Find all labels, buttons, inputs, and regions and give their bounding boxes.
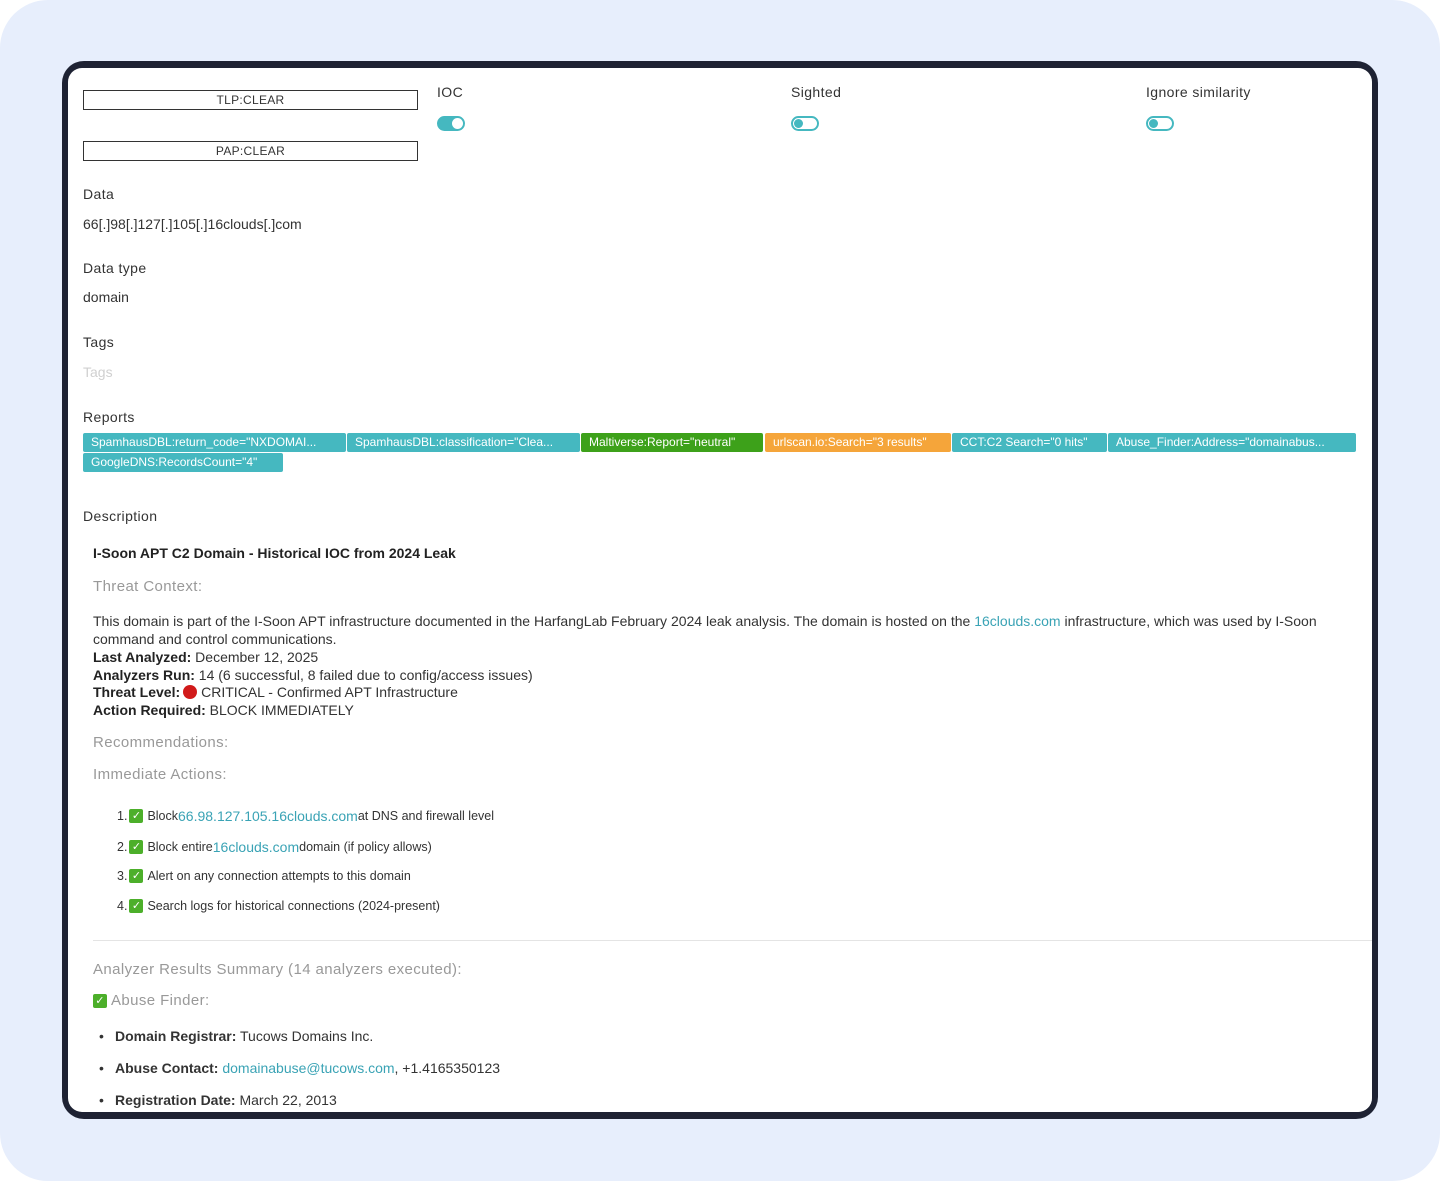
action-required-label: Action Required: [93,702,206,718]
report-chip-urlscan[interactable]: urlscan.io:Search="3 results" [765,433,951,452]
ignore-similarity-toggle-label: Ignore similarity [1146,84,1251,100]
abuse-finder-title: Abuse Finder: [111,992,210,1009]
abuse-item-registrar: Domain Registrar: Tucows Domains Inc. [99,1028,374,1044]
description-title: I-Soon APT C2 Domain - Historical IOC fr… [93,545,456,561]
action-required-value: BLOCK IMMEDIATELY [205,702,354,718]
tags-label: Tags [83,334,115,350]
analyzers-run: Analyzers Run: 14 (6 successful, 8 faile… [93,666,533,684]
tags-input[interactable]: Tags [83,364,113,380]
action-number: 4. [117,899,128,913]
threat-context-heading: Threat Context: [93,578,203,595]
report-chip-spamhaus-return-code[interactable]: SpamhausDBL:return_code="NXDOMAI... [83,433,346,452]
action-number: 3. [117,869,128,883]
sighted-toggle-label: Sighted [791,84,842,100]
context-text: This domain is part of the I-Soon APT in… [93,613,975,629]
action-text: Alert on any connection attempts to this… [147,869,411,883]
ioc-toggle-group: IOC [437,84,465,131]
observable-detail-panel: TLP:CLEAR PAP:CLEAR IOC Sighted Ignore s… [68,68,1372,1112]
action-item-2: 2. ✓ Block entire 16clouds.com domain (if … [117,839,432,855]
context-link-16clouds[interactable]: 16clouds.com [974,613,1060,629]
data-type-value: domain [83,289,129,305]
action-item-4: 4. ✓ Search logs for historical connection… [117,899,440,913]
analyzers-run-label: Analyzers Run: [93,667,195,683]
abuse-item-value: March 22, 2013 [235,1092,337,1108]
action-number: 1. [117,809,128,823]
last-analyzed: Last Analyzed: December 12, 2025 [93,648,318,666]
check-mark-icon: ✓ [129,869,144,883]
ignore-similarity-toggle[interactable] [1146,116,1174,131]
threat-level-value: CRITICAL - Confirmed APT Infrastructure [201,684,458,700]
abuse-item-label: Domain Registrar: [115,1028,237,1044]
pap-selector[interactable]: PAP:CLEAR [83,141,418,161]
abuse-item-label: Registration Date: [115,1092,236,1108]
action-required: Action Required: BLOCK IMMEDIATELY [93,701,354,719]
reports-label: Reports [83,409,135,425]
data-type-label: Data type [83,260,147,276]
report-chip-googledns[interactable]: GoogleDNS:RecordsCount="4" [83,453,283,472]
check-mark-icon: ✓ [129,809,144,823]
ioc-toggle[interactable] [437,116,465,131]
action-item-3: 3. ✓ Alert on any connection attempts to t… [117,869,411,883]
analyzer-summary-heading: Analyzer Results Summary (14 analyzers e… [93,961,462,978]
description-label: Description [83,508,158,524]
check-mark-icon: ✓ [93,993,107,1008]
abuse-contact-email-link[interactable]: domainabuse@tucows.com [222,1060,394,1076]
red-circle-icon [183,685,198,699]
recommendations-heading: Recommendations: [93,734,229,751]
ioc-toggle-label: IOC [437,84,464,100]
action-text-cont: at DNS and firewall level [357,809,494,823]
report-chip-spamhaus-classification[interactable]: SpamhausDBL:classification="Clea... [347,433,580,452]
report-chip-abuse-finder[interactable]: Abuse_Finder:Address="domainabus... [1108,433,1356,452]
observable-form: TLP:CLEAR PAP:CLEAR IOC Sighted Ignore s… [83,68,1372,1112]
abuse-item-phone: , +1.4165350123 [394,1060,501,1076]
last-analyzed-value: December 12, 2025 [191,649,319,665]
data-label: Data [83,186,115,202]
ignore-similarity-toggle-group: Ignore similarity [1146,84,1251,131]
section-divider [93,940,1372,941]
threat-context-line-1: This domain is part of the I-Soon APT in… [93,612,1317,630]
action-text: Block entire [147,840,213,854]
threat-level: Threat Level: CRITICAL - Confirmed APT In… [93,683,458,701]
check-mark-icon: ✓ [129,840,144,854]
action-number: 2. [117,840,128,854]
scroll-fade [398,1078,1372,1112]
abuse-item-value: Tucows Domains Inc. [236,1028,374,1044]
sighted-toggle[interactable] [791,116,819,131]
threat-level-label: Threat Level: [93,684,181,700]
data-value: 66[.]98[.]127[.]105[.]16clouds[.]com [83,216,302,232]
check-mark-icon: ✓ [129,899,144,913]
report-chip-maltiverse[interactable]: Maltiverse:Report="neutral" [581,433,763,452]
report-chip-cct-c2[interactable]: CCT:C2 Search="0 hits" [952,433,1107,452]
analyzers-run-value: 14 (6 successful, 8 failed due to config… [194,667,533,683]
abuse-item-registration-date: Registration Date: March 22, 2013 [99,1092,337,1108]
tlp-selector[interactable]: TLP:CLEAR [83,90,418,110]
action-text: Search logs for historical connections (… [147,899,440,913]
action-text-cont: domain (if policy allows) [299,840,432,854]
action-text: Block [147,809,179,823]
threat-context-line-2: command and control communications. [93,631,337,647]
immediate-actions-heading: Immediate Actions: [93,766,227,783]
sighted-toggle-group: Sighted [791,84,842,131]
action-link-16clouds[interactable]: 16clouds.com [213,839,299,855]
abuse-finder-heading: ✓ Abuse Finder: [93,992,210,1009]
action-link-full-domain[interactable]: 66.98.127.105.16clouds.com [178,808,358,824]
action-item-1: 1. ✓ Block 66.98.127.105.16clouds.com at D… [117,808,494,824]
context-text-cont: infrastructure, which was used by I-Soon [1060,613,1317,629]
last-analyzed-label: Last Analyzed: [93,649,192,665]
abuse-item-contact: Abuse Contact: domainabuse@tucows.com, +… [99,1060,501,1076]
abuse-item-label: Abuse Contact: [115,1060,219,1076]
